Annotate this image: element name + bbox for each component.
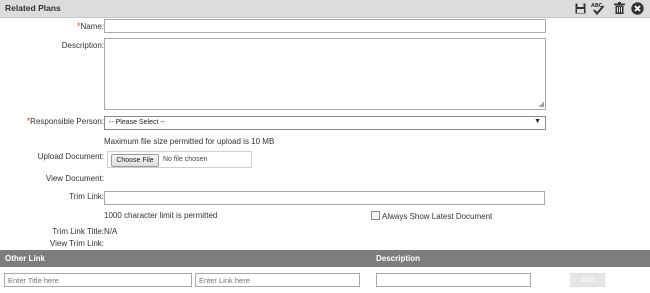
name-input[interactable] bbox=[104, 19, 546, 33]
section-header: Related Plans ABC bbox=[0, 0, 650, 18]
trim-link-label: Trim Link: bbox=[69, 192, 104, 201]
choose-file-button[interactable]: Choose File bbox=[111, 154, 159, 167]
description-textarea[interactable]: ◢ bbox=[104, 38, 546, 110]
other-link-header-bar: Other Link Description bbox=[0, 250, 650, 267]
name-label: *Name: bbox=[76, 21, 104, 31]
trim-link-title-value: N/A bbox=[104, 227, 118, 236]
always-show-latest-checkbox[interactable] bbox=[371, 211, 380, 220]
no-file-text: No file chosen bbox=[163, 156, 208, 163]
other-link-heading: Other Link bbox=[5, 254, 46, 263]
section-title: Related Plans bbox=[5, 3, 61, 13]
select-value: -- Please Select -- bbox=[109, 119, 166, 126]
dropdown-arrow-icon: ▼ bbox=[534, 118, 541, 125]
close-circle-icon[interactable] bbox=[630, 1, 644, 15]
trim-link-title-label: Trim Link Title: bbox=[52, 227, 104, 236]
trash-icon[interactable] bbox=[612, 1, 626, 15]
view-document-label: View Document: bbox=[45, 174, 104, 183]
char-limit-note: 1000 character limit is permitted bbox=[104, 211, 218, 220]
max-file-size-note: Maximum file size permitted for upload i… bbox=[104, 137, 275, 146]
description-label: Description: bbox=[61, 41, 104, 50]
link-description-input[interactable] bbox=[376, 273, 531, 287]
link-title-input[interactable] bbox=[4, 273, 192, 287]
file-upload-field: Choose File No file chosen bbox=[107, 151, 252, 168]
description-heading: Description bbox=[376, 254, 421, 263]
link-url-input[interactable] bbox=[195, 273, 360, 287]
resize-handle-icon[interactable]: ◢ bbox=[539, 101, 544, 108]
responsible-person-label: *Responsible Person: bbox=[26, 116, 104, 126]
add-link-button[interactable]: Add bbox=[570, 273, 605, 287]
save-icon[interactable] bbox=[573, 1, 587, 15]
upload-document-label: Upload Document: bbox=[37, 152, 104, 161]
view-trim-link-label: View Trim Link: bbox=[49, 239, 104, 248]
always-show-latest-label[interactable]: Always Show Latest Document bbox=[382, 212, 492, 221]
trim-link-input[interactable] bbox=[104, 191, 545, 205]
spellcheck-icon[interactable]: ABC bbox=[591, 1, 605, 15]
responsible-person-select[interactable]: -- Please Select -- ▼ bbox=[104, 116, 546, 130]
